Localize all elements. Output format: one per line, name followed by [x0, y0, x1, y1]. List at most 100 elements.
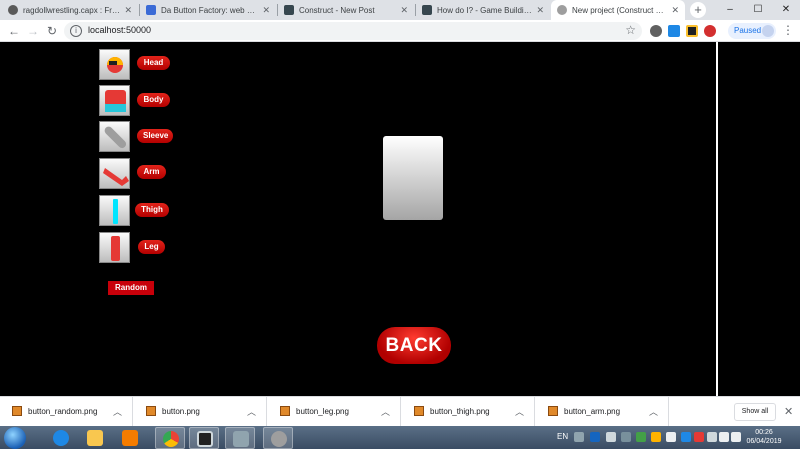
tab-title: Construct - New Post — [299, 5, 375, 15]
download-item[interactable]: button_leg.png ︿ — [268, 397, 401, 427]
page-margin — [718, 42, 800, 396]
tray-icon[interactable] — [574, 432, 584, 442]
tray-icon[interactable] — [666, 432, 676, 442]
internet-explorer-icon[interactable] — [46, 427, 76, 449]
download-filename: button.png — [162, 407, 200, 416]
app-icon[interactable] — [189, 427, 219, 449]
extension-icon[interactable] — [650, 25, 662, 37]
download-bar: button_random.png ︿ button.png ︿ button_… — [0, 396, 800, 427]
download-item[interactable]: button_arm.png ︿ — [536, 397, 669, 427]
file-favicon-icon — [8, 5, 18, 15]
download-item[interactable]: button.png ︿ — [134, 397, 267, 427]
adblock-icon[interactable] — [704, 25, 716, 37]
random-button[interactable]: Random — [108, 281, 154, 295]
close-icon[interactable]: ✕ — [262, 5, 270, 16]
close-icon[interactable]: ✕ — [124, 5, 132, 16]
download-filename: button_random.png — [28, 407, 98, 416]
arm-button[interactable]: Arm — [137, 165, 166, 179]
start-button[interactable] — [4, 427, 26, 449]
clock[interactable]: 00:26 06/04/2019 — [744, 428, 784, 446]
arm-icon[interactable] — [99, 158, 130, 189]
info-icon[interactable]: i — [70, 25, 82, 37]
show-all-button[interactable]: Show all — [734, 403, 776, 421]
forward-arrow-icon[interactable]: → — [25, 23, 41, 39]
thigh-button[interactable]: Thigh — [135, 203, 169, 217]
settings-gear-icon[interactable] — [263, 427, 293, 449]
star-icon[interactable]: ☆ — [625, 23, 636, 37]
volume-icon[interactable] — [731, 432, 741, 442]
download-item[interactable]: button_random.png ︿ — [0, 397, 133, 427]
tab-new-project[interactable]: New project (Construct 2 preview) ✕ — [551, 0, 685, 20]
tray-icon[interactable] — [694, 432, 704, 442]
back-button[interactable]: BACK — [377, 327, 451, 364]
tab-title: How do I? - Game Building Help — [437, 5, 533, 15]
part-preview-card — [383, 136, 443, 220]
tab-how-do-i[interactable]: How do I? - Game Building Help ✕ — [416, 0, 550, 20]
chevron-up-icon[interactable]: ︿ — [649, 405, 658, 418]
chevron-up-icon[interactable]: ︿ — [113, 405, 122, 418]
media-player-icon[interactable] — [115, 427, 145, 449]
clock-time: 00:26 — [755, 429, 773, 436]
tray-icon[interactable] — [651, 432, 661, 442]
taskbar: EN 00:26 06/04/2019 — [0, 426, 800, 449]
leg-button[interactable]: Leg — [138, 240, 165, 254]
chevron-up-icon[interactable]: ︿ — [515, 405, 524, 418]
chevron-up-icon[interactable]: ︿ — [247, 405, 256, 418]
file-explorer-icon[interactable] — [80, 427, 110, 449]
construct-app-icon[interactable] — [225, 427, 255, 449]
png-file-icon — [12, 406, 22, 416]
minimize-button[interactable]: – — [716, 0, 744, 20]
reload-icon[interactable]: ↻ — [44, 23, 60, 39]
sleeve-button[interactable]: Sleeve — [137, 129, 173, 143]
bluetooth-icon[interactable] — [681, 432, 691, 442]
sleeve-icon[interactable] — [99, 121, 130, 152]
close-icon[interactable]: ✕ — [671, 5, 679, 16]
chrome-icon[interactable] — [155, 427, 185, 449]
tab-ragdollwrestling[interactable]: ragdollwrestling.capx : Free File ✕ — [2, 0, 138, 20]
battery-icon[interactable] — [707, 432, 717, 442]
body-icon[interactable] — [99, 85, 130, 116]
language-indicator[interactable]: EN — [557, 432, 568, 441]
download-filename: button_leg.png — [296, 407, 349, 416]
close-icon[interactable]: ✕ — [536, 5, 544, 16]
menu-icon[interactable]: ⋮ — [782, 23, 794, 37]
tray-icon[interactable] — [606, 432, 616, 442]
png-file-icon — [280, 406, 290, 416]
head-icon[interactable] — [99, 49, 130, 80]
tray-icon[interactable] — [621, 432, 631, 442]
thigh-icon[interactable] — [99, 195, 130, 226]
download-filename: button_arm.png — [564, 407, 621, 416]
profile-status-label: Paused — [734, 26, 762, 35]
avatar — [762, 25, 774, 37]
tab-title: ragdollwrestling.capx : Free File — [23, 5, 121, 15]
close-icon[interactable]: ✕ — [400, 5, 408, 16]
tray-icon[interactable] — [636, 432, 646, 442]
close-window-button[interactable]: ✕ — [772, 0, 800, 20]
tray-icon[interactable] — [590, 432, 600, 442]
address-bar[interactable]: i localhost:50000 ☆ — [64, 22, 642, 40]
body-button[interactable]: Body — [137, 93, 170, 107]
chevron-up-icon[interactable]: ︿ — [381, 405, 390, 418]
tab-construct-new-post[interactable]: Construct - New Post ✕ — [278, 0, 414, 20]
back-arrow-icon[interactable]: ← — [6, 23, 22, 39]
browser-toolbar: ← → ↻ i localhost:50000 ☆ Paused ⋮ — [0, 20, 800, 42]
png-file-icon — [146, 406, 156, 416]
leg-icon[interactable] — [99, 232, 130, 263]
extension-icon[interactable] — [686, 25, 698, 37]
maximize-button[interactable]: ☐ — [744, 0, 772, 20]
png-file-icon — [414, 406, 424, 416]
search-extension-icon[interactable] — [668, 25, 680, 37]
new-tab-button[interactable]: + — [690, 2, 706, 18]
tab-title: Da Button Factory: web button — [161, 5, 259, 15]
network-icon[interactable] — [719, 432, 729, 442]
page-favicon-icon — [557, 5, 567, 15]
close-icon[interactable]: ✕ — [784, 405, 793, 418]
construct-favicon-icon — [422, 5, 432, 15]
clock-date: 06/04/2019 — [746, 438, 782, 445]
head-button[interactable]: Head — [137, 56, 170, 70]
download-item[interactable]: button_thigh.png ︿ — [402, 397, 535, 427]
tab-strip: ragdollwrestling.capx : Free File ✕ Da B… — [0, 0, 800, 20]
tab-button-factory[interactable]: Da Button Factory: web button ✕ — [140, 0, 276, 20]
profile-button[interactable]: Paused — [728, 23, 776, 39]
tab-title: New project (Construct 2 preview) — [572, 5, 667, 15]
